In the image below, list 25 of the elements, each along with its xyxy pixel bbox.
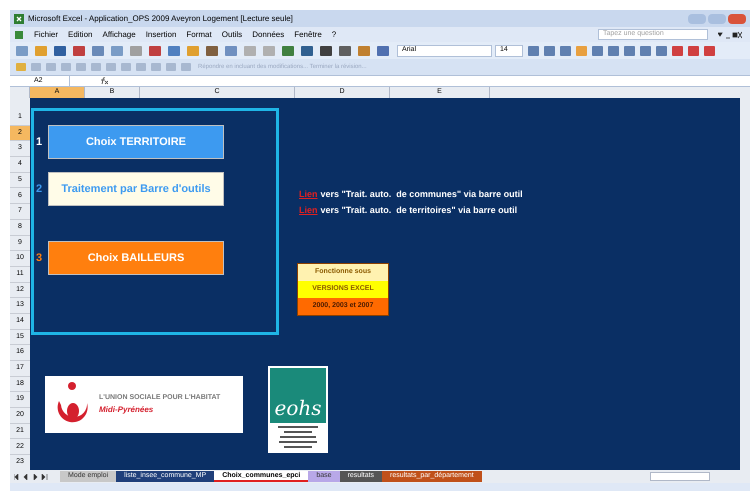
review-icons-drawing[interactable] [14, 62, 194, 72]
step-number: 3 [36, 250, 44, 266]
menu-item[interactable]: Outils [222, 28, 242, 40]
logo-name: eohs [274, 395, 322, 422]
window-title: Microsoft Excel - Application_OPS 2009 Aveyron Logement [Lecture seule] [28, 12, 293, 24]
window-controls-icon[interactable] [718, 30, 742, 38]
menu-item[interactable]: Fenêtre [294, 28, 322, 40]
close-button[interactable] [728, 14, 746, 24]
menu-item[interactable]: Données [252, 28, 284, 40]
step-number: 2 [36, 182, 44, 197]
horizontal-scrollbar[interactable] [650, 472, 710, 481]
link-description: vers "Trait. auto. de communes" via barre outil [320, 188, 523, 201]
menu-item[interactable]: Affichage [102, 28, 136, 40]
step-number: 1 [36, 134, 44, 150]
excel-icon [14, 14, 24, 24]
tab-navigation-icon[interactable] [14, 474, 48, 480]
menu-item[interactable]: Format [186, 28, 212, 40]
document-icon [14, 30, 24, 40]
menu-item[interactable]: Insertion [146, 28, 176, 40]
function-icon[interactable] [100, 77, 108, 85]
link-description: vers "Trait. auto. de territoires" via barre outil [320, 204, 518, 216]
logo-region: Midi-Pyrénées [99, 404, 154, 416]
menu-item[interactable]: Fichier [34, 28, 58, 40]
menu-item[interactable]: ? [332, 28, 336, 40]
menu-item[interactable]: Edition [68, 28, 92, 40]
